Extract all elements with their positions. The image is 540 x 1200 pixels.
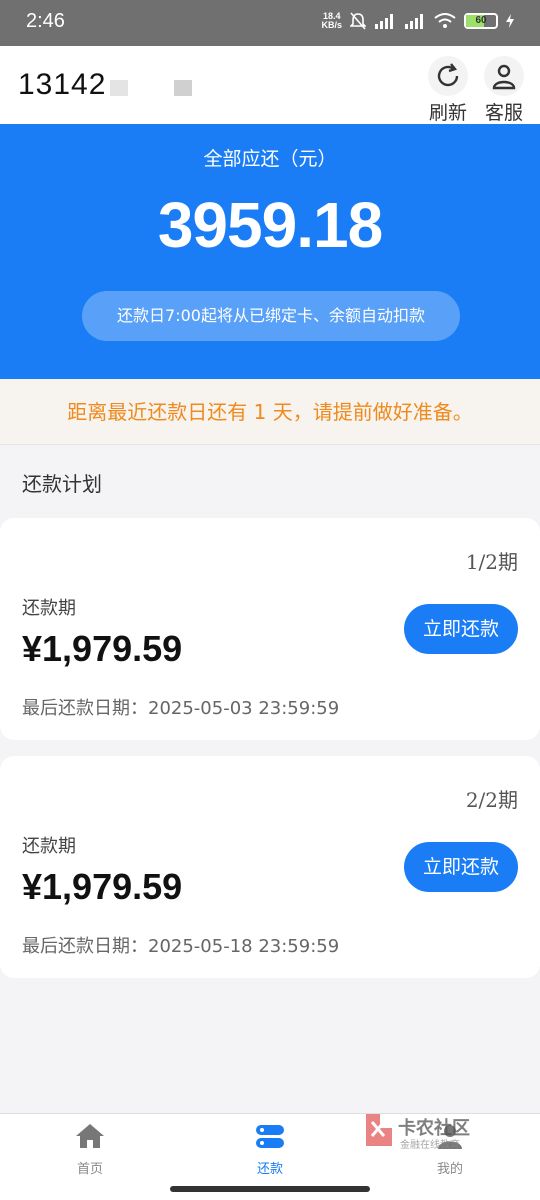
- watermark-logo-icon: [366, 1114, 392, 1146]
- refresh-label: 刷新: [428, 102, 467, 124]
- mute-icon: [350, 12, 366, 30]
- total-due-panel: 全部应还（元） 3959.18 还款日7:00起将从已绑定卡、余额自动扣款: [0, 124, 540, 379]
- app-header: 13142 刷新 客服: [0, 46, 540, 124]
- account-number: 13142: [18, 68, 107, 101]
- status-icons: 18.4 KB/s 60: [321, 12, 514, 30]
- repay-now-button[interactable]: 立即还款: [404, 604, 518, 654]
- customer-service-button[interactable]: 客服: [478, 56, 530, 125]
- tab-home[interactable]: 首页: [40, 1122, 140, 1177]
- tab-home-label: 首页: [76, 1162, 103, 1177]
- battery-indicator: 60: [464, 13, 498, 29]
- watermark-subtitle: 金融在线教育: [400, 1140, 460, 1151]
- total-due-amount: 3959.18: [157, 189, 383, 261]
- section-title: 还款计划: [22, 472, 102, 496]
- installment-period: 2/2期: [465, 788, 518, 812]
- watermark: 卡农社区 金融在线教育: [362, 1112, 482, 1152]
- wifi-icon: [434, 13, 456, 28]
- refresh-button[interactable]: 刷新: [422, 56, 474, 125]
- status-bar: 2:46 18.4 KB/s 60: [0, 0, 540, 46]
- plan-card: 1/2期 还款期 ¥1,979.59 最后还款日期：2025-05-03 23:…: [0, 518, 540, 740]
- tab-mine-label: 我的: [436, 1162, 463, 1177]
- person-icon: [492, 64, 516, 90]
- home-indicator[interactable]: [170, 1186, 370, 1192]
- home-icon: [76, 1124, 104, 1148]
- privacy-mask: [174, 80, 192, 96]
- privacy-mask: [110, 80, 128, 96]
- plan-card: 2/2期 还款期 ¥1,979.59 最后还款日期：2025-05-18 23:…: [0, 756, 540, 978]
- repay-icon: [256, 1125, 284, 1148]
- auto-debit-notice: 还款日7:00起将从已绑定卡、余额自动扣款: [82, 291, 460, 341]
- due-reminder: 距离最近还款日还有 1 天，请提前做好准备。: [0, 379, 540, 445]
- repay-now-button[interactable]: 立即还款: [404, 842, 518, 892]
- installment-label: 还款期: [22, 836, 76, 857]
- charging-icon: [506, 14, 514, 28]
- tab-repay[interactable]: 还款: [220, 1122, 320, 1177]
- customer-service-label: 客服: [484, 102, 523, 124]
- network-speed: 18.4 KB/s: [321, 11, 342, 30]
- installment-amount: ¥1,979.59: [22, 628, 183, 669]
- due-date: 最后还款日期：2025-05-18 23:59:59: [22, 936, 340, 957]
- due-date: 最后还款日期：2025-05-03 23:59:59: [22, 698, 340, 719]
- signal-icon-2: [405, 14, 423, 29]
- signal-icon: [375, 14, 393, 29]
- installment-label: 还款期: [22, 598, 76, 619]
- installment-period: 1/2期: [465, 550, 518, 574]
- refresh-icon: [437, 63, 459, 87]
- total-due-label: 全部应还（元）: [203, 148, 337, 170]
- status-time: 2:46: [26, 10, 65, 32]
- installment-amount: ¥1,979.59: [22, 866, 183, 907]
- tab-repay-label: 还款: [256, 1162, 283, 1177]
